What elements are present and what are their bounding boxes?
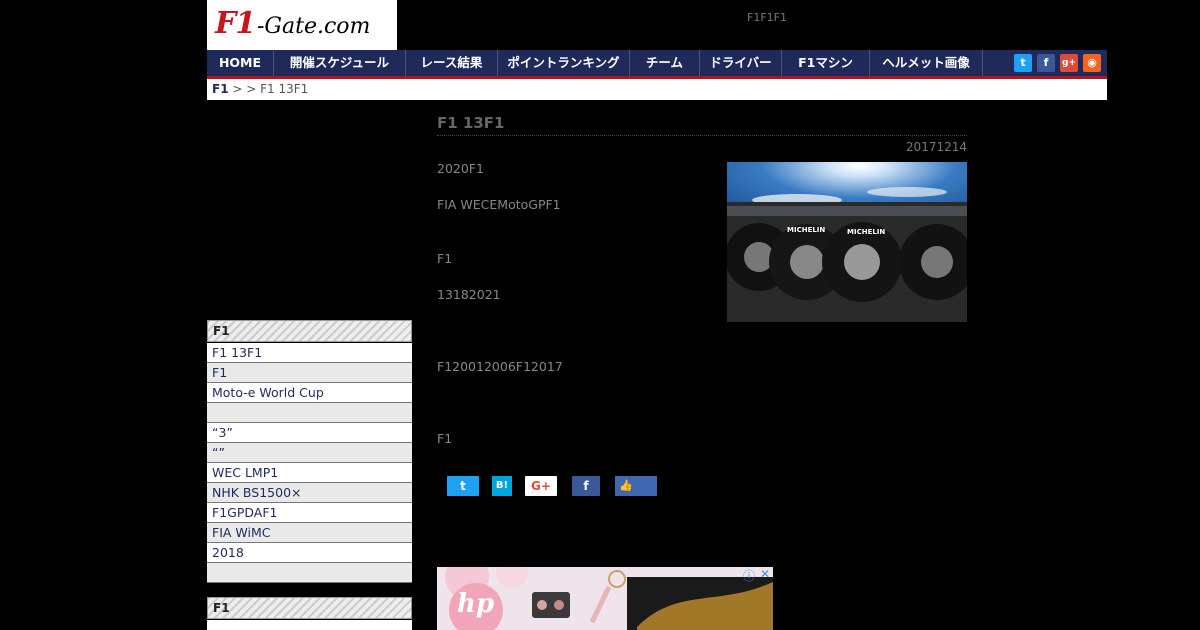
sidebar-item[interactable]: Moto-e World Cup <box>207 383 412 403</box>
breadcrumb-home[interactable]: F1 <box>212 82 229 96</box>
nav-results[interactable]: レース結果 <box>406 50 498 76</box>
sidebar-item[interactable]: WEC LMP1 <box>207 463 412 483</box>
twitter-icon[interactable]: t <box>1014 54 1032 72</box>
paragraph-5: F120012006F12017 <box>437 359 563 374</box>
rss-icon[interactable]: ◉ <box>1083 54 1101 72</box>
svg-text:MICHELIN: MICHELIN <box>787 226 825 234</box>
paragraph-6: F1 <box>437 431 453 446</box>
sidebar-item[interactable]: NHK BS1500× <box>207 483 412 503</box>
sidebar-item[interactable] <box>207 403 412 423</box>
article-title: F1 13F1 <box>437 114 967 136</box>
paragraph-3: F1 <box>437 251 453 266</box>
article-photo: MICHELIN MICHELIN <box>727 162 967 322</box>
ad-info-icon[interactable]: ⓘ <box>743 567 755 584</box>
paragraph-1: 2020F1 <box>437 161 484 176</box>
paragraph-2: FIA WECEMotoGPF1 <box>437 197 561 212</box>
share-twitter-button[interactable]: t <box>447 476 479 496</box>
nav-machine[interactable]: F1マシン <box>782 50 870 76</box>
nav-ranking[interactable]: ポイントランキング <box>498 50 630 76</box>
breadcrumb-trail: > > F1 13F1 <box>228 82 309 96</box>
sidebar-heading-2: F1 <box>207 597 412 619</box>
main-nav: HOME 開催スケジュール レース結果 ポイントランキング チーム ドライバー … <box>207 50 1107 79</box>
sidebar-item[interactable]: “3” <box>207 423 412 443</box>
nav-driver[interactable]: ドライバー <box>700 50 782 76</box>
article-date: 20171214 <box>905 140 967 154</box>
nav-home[interactable]: HOME <box>207 50 274 76</box>
logo-text: -Gate.com <box>257 14 371 39</box>
sidebar-item[interactable]: F1GPDAF1 <box>207 503 412 523</box>
like-button[interactable]: 👍 <box>615 476 657 496</box>
social-links: t f g+ ◉ <box>1014 50 1107 76</box>
nav-team[interactable]: チーム <box>630 50 700 76</box>
sidebar-item[interactable]: FIA WiMC <box>207 523 412 543</box>
facebook-icon[interactable]: f <box>1037 54 1055 72</box>
sidebar-list-2 <box>207 620 412 630</box>
share-hatena-button[interactable]: B! <box>492 476 512 496</box>
site-tagline: F1F1F1 <box>747 11 787 24</box>
svg-text:MICHELIN: MICHELIN <box>847 228 885 236</box>
breadcrumb: F1 > > F1 13F1 <box>207 79 1107 100</box>
ad-close-icon[interactable]: ✕ <box>760 567 770 581</box>
google-plus-icon[interactable]: g+ <box>1060 54 1078 72</box>
sidebar-item[interactable] <box>207 563 412 583</box>
tyres-photo: MICHELIN MICHELIN <box>727 162 967 322</box>
site-logo[interactable]: F1 -Gate.com <box>207 0 397 50</box>
sidebar-item[interactable]: “” <box>207 443 412 463</box>
logo-f1: F1 <box>215 6 256 41</box>
sidebar-heading: F1 <box>207 320 412 342</box>
sidebar-list: F1 13F1 F1 Moto-e World Cup “3” “” WEC L… <box>207 343 412 583</box>
sidebar-item[interactable]: F1 <box>207 363 412 383</box>
hp-logo: hp <box>457 589 495 619</box>
paragraph-4: 13182021 <box>437 287 501 302</box>
nav-schedule[interactable]: 開催スケジュール <box>274 50 406 76</box>
sidebar-item[interactable]: 2018 <box>207 543 412 563</box>
nav-helmet[interactable]: ヘルメット画像 <box>870 50 983 76</box>
page: F1 -Gate.com F1F1F1 HOME 開催スケジュール レース結果 … <box>207 0 1107 630</box>
advertisement[interactable]: hp ⓘ ✕ <box>437 567 773 630</box>
sidebar-item[interactable]: F1 13F1 <box>207 343 412 363</box>
share-google-button[interactable]: G+ <box>525 476 557 496</box>
share-facebook-button[interactable]: f <box>572 476 600 496</box>
